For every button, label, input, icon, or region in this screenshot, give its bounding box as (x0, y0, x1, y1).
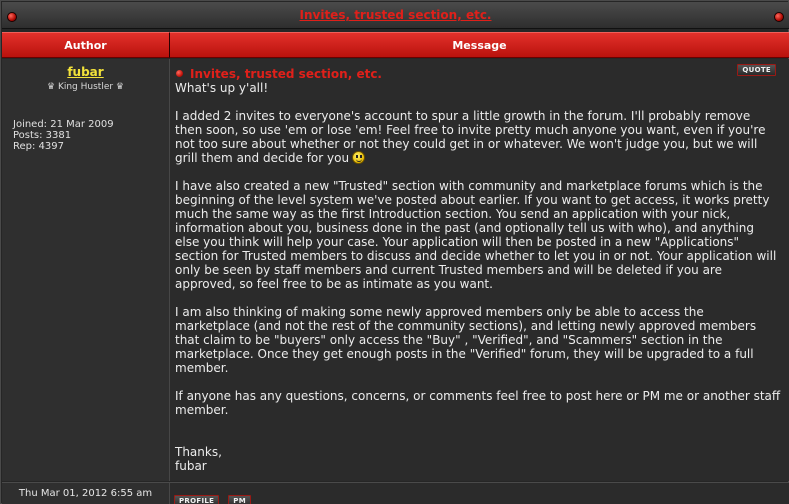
topic-title-bar: Invites, trusted section, etc. (2, 2, 789, 29)
author-joined: Joined: 21 Mar 2009 (13, 119, 114, 130)
quote-button[interactable]: QUOTE (737, 64, 776, 76)
message-column-header: Message (170, 32, 789, 58)
post-footer-row: Thu Mar 01, 2012 6:55 am PROFILE PM (2, 482, 789, 504)
author-stats: Joined: 21 Mar 2009 Posts: 3381 Rep: 439… (13, 119, 169, 152)
post-timestamp: Thu Mar 01, 2012 6:55 am (2, 483, 170, 504)
pm-button[interactable]: PM (228, 495, 251, 504)
post-signature-thanks: Thanks, (175, 445, 222, 459)
post-paragraph-3: I am also thinking of making some newly … (175, 305, 757, 375)
forum-post-panel: Invites, trusted section, etc. Author Me… (0, 0, 789, 504)
post-row: fubar ♛ King Hustler ♛ Joined: 21 Mar 20… (2, 59, 789, 481)
post-bullet-icon (176, 70, 183, 77)
author-panel: fubar ♛ King Hustler ♛ Joined: 21 Mar 20… (2, 59, 170, 481)
message-panel: Invites, trusted section, etc. QUOTE Wha… (170, 59, 789, 481)
author-rep: Rep: 4397 (13, 141, 64, 152)
post-actions: PROFILE PM (170, 483, 789, 504)
author-column-header: Author (2, 32, 170, 58)
smiley-icon (352, 151, 366, 164)
corner-dot-icon (7, 12, 17, 22)
author-posts: Posts: 3381 (13, 130, 72, 141)
post-greeting: What's up y'all! (175, 81, 269, 95)
corner-dot-icon (774, 12, 784, 22)
post-paragraph-1: I added 2 invites to everyone's account … (175, 109, 781, 165)
post-paragraph-2: I have also created a new "Trusted" sect… (175, 179, 777, 291)
post-paragraph-4: If anyone has any questions, concerns, o… (175, 389, 781, 417)
author-username-link[interactable]: fubar (2, 65, 169, 79)
author-rank: ♛ King Hustler ♛ (47, 82, 124, 92)
profile-button[interactable]: PROFILE (174, 495, 220, 504)
post-subject-line: Invites, trusted section, etc. QUOTE (175, 64, 781, 81)
post-body: What's up y'all! I added 2 invites to ev… (175, 81, 781, 473)
post-subject: Invites, trusted section, etc. (190, 67, 382, 81)
topic-title-link[interactable]: Invites, trusted section, etc. (300, 8, 492, 22)
post-paragraph-1-text: I added 2 invites to everyone's account … (175, 109, 766, 165)
post-signature-name: fubar (175, 459, 207, 473)
column-header-row: Author Message (2, 32, 789, 58)
